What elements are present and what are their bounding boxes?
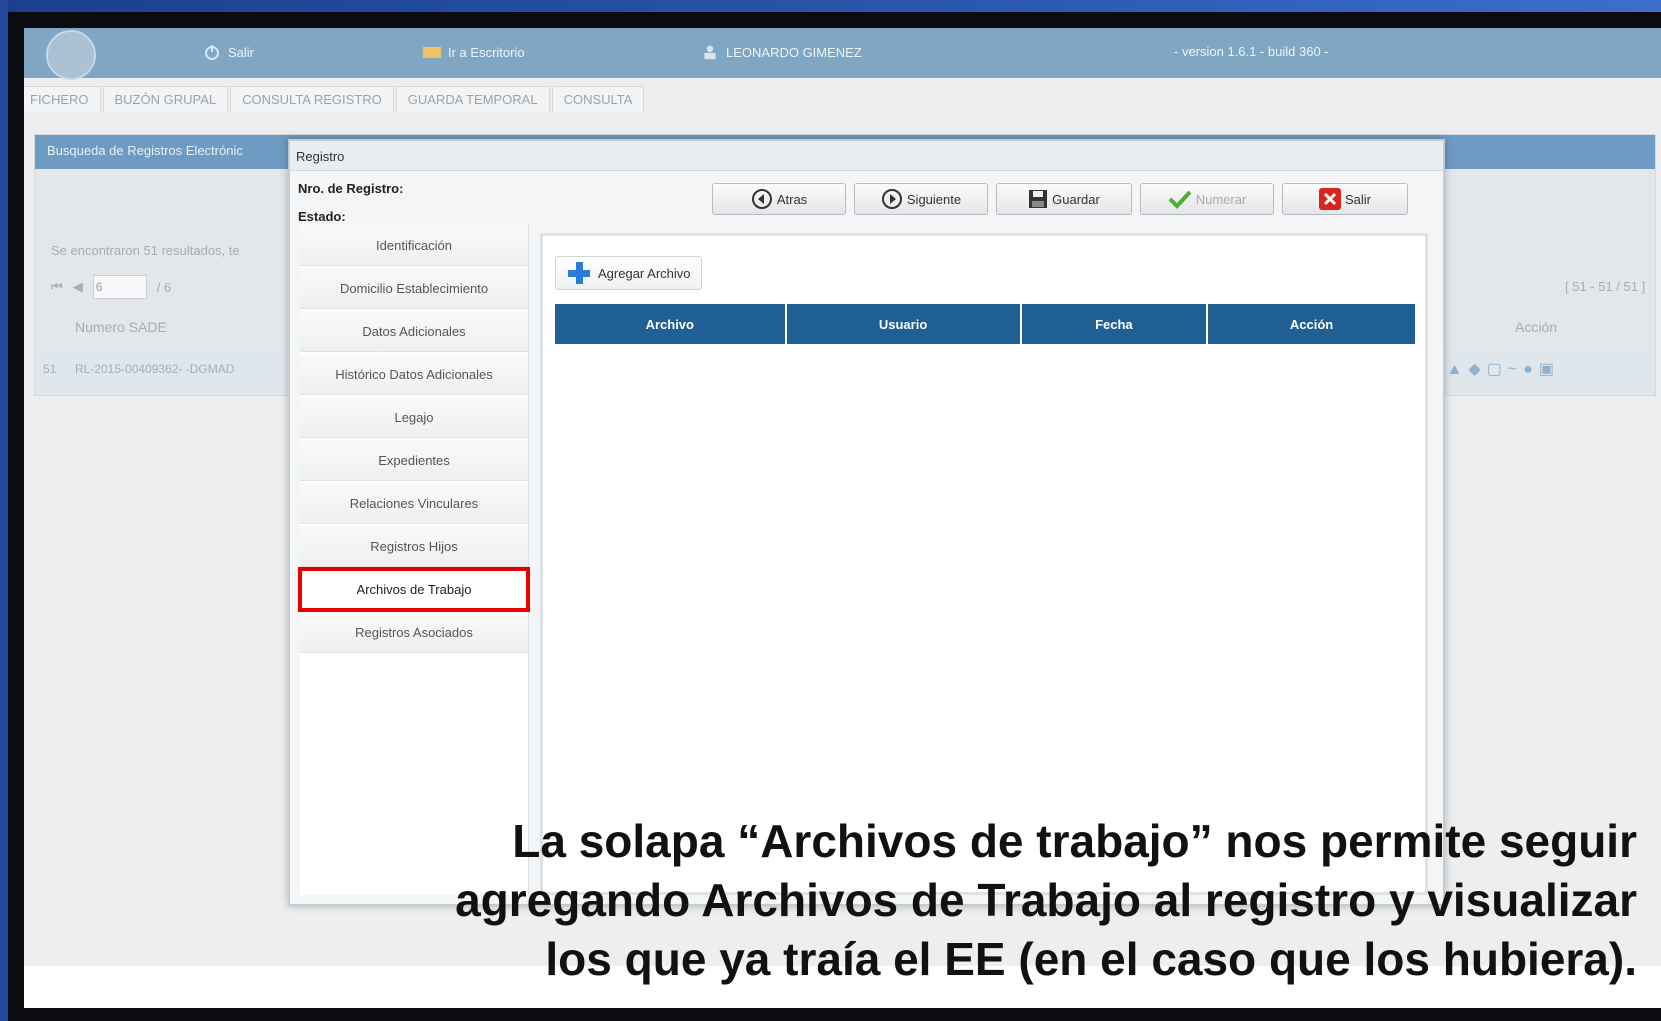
dialog-title: Registro: [290, 141, 1443, 171]
nav-relaciones-vinculares[interactable]: Relaciones Vinculares: [300, 483, 528, 524]
siguiente-button[interactable]: Siguiente: [854, 183, 988, 215]
nav-historico-datos-adicionales[interactable]: Histórico Datos Adicionales: [300, 354, 528, 395]
page-input[interactable]: [92, 275, 147, 299]
user-name: LEONARDO GIMENEZ: [726, 44, 862, 60]
main-tabs: FICHERO BUZÓN GRUPAL CONSULTA REGISTRO G…: [24, 86, 646, 112]
back-arrow-icon: [751, 189, 772, 209]
nav-archivos-de-trabajo[interactable]: Archivos de Trabajo: [298, 567, 530, 612]
pagination: ⏮ ◀ / 6: [51, 275, 171, 299]
user-icon: [704, 45, 716, 60]
archivos-table: Archivo Usuario Fecha Acción: [555, 304, 1415, 344]
column-fecha[interactable]: Fecha: [1020, 304, 1209, 344]
tab-consulta-registro[interactable]: CONSULTA REGISTRO: [230, 86, 394, 112]
atras-label: Atras: [776, 191, 808, 207]
power-icon: [205, 45, 219, 60]
app-logo: [46, 30, 96, 80]
registro-dialog: Registro Nro. de Registro: Estado: Atras…: [288, 139, 1445, 906]
column-archivo[interactable]: Archivo: [555, 304, 787, 344]
desktop-label: Ir a Escritorio: [448, 44, 525, 60]
agregar-archivo-label: Agregar Archivo: [598, 265, 691, 281]
results-text: Se encontraron 51 resultados, te: [51, 243, 240, 258]
first-page-icon[interactable]: ⏮: [51, 279, 63, 295]
nav-expedientes[interactable]: Expedientes: [300, 440, 528, 481]
slide-caption: La solapa “Archivos de trabajo” nos perm…: [337, 812, 1637, 989]
logout-link[interactable]: Salir: [202, 44, 254, 60]
folder-icon: [422, 47, 442, 58]
plus-icon: [568, 262, 590, 284]
salir-button[interactable]: Salir: [1282, 183, 1408, 215]
save-icon: [1029, 190, 1048, 208]
tab-guarda-temporal[interactable]: GUARDA TEMPORAL: [395, 86, 550, 112]
column-numero-sade: Numero SADE: [75, 319, 167, 335]
nav-registros-asociados[interactable]: Registros Asociados: [300, 612, 528, 653]
dialog-toolbar: Atras Siguiente Guardar Numerar Salir: [712, 183, 1408, 215]
tab-buzon-grupal[interactable]: BUZÓN GRUPAL: [102, 86, 229, 112]
tab-fichero[interactable]: FICHERO: [24, 86, 101, 112]
presentation-frame-top: [0, 0, 1661, 12]
prev-page-icon[interactable]: ◀: [73, 279, 83, 295]
row-number: 51: [43, 362, 57, 376]
close-icon: [1318, 188, 1341, 210]
tab-consulta[interactable]: CONSULTA: [551, 86, 645, 112]
row-sade-number: RL-2015-00409362- -DGMAD: [75, 362, 235, 376]
results-range: [ 51 - 51 / 51 ]: [1565, 279, 1646, 294]
column-usuario[interactable]: Usuario: [785, 304, 1022, 344]
version-label: - version 1.6.1 - build 360 -: [1174, 44, 1329, 59]
column-accion[interactable]: Acción: [1207, 304, 1415, 344]
user-info: LEONARDO GIMENEZ: [700, 44, 862, 60]
version-text: - version 1.6.1 - build 360 -: [1174, 44, 1329, 59]
column-accion: Acción: [1515, 319, 1558, 335]
atras-button[interactable]: Atras: [712, 183, 846, 215]
dialog-sidebar: Identificación Domicilio Establecimiento…: [298, 225, 530, 895]
estado-label: Estado:: [298, 209, 346, 224]
presentation-frame-left: [0, 0, 8, 1021]
numerar-button[interactable]: Numerar: [1140, 183, 1274, 215]
siguiente-label: Siguiente: [906, 191, 962, 207]
logout-label: Salir: [228, 44, 255, 60]
numerar-label: Numerar: [1195, 191, 1247, 207]
checkmark-icon: [1168, 190, 1192, 209]
nav-datos-adicionales[interactable]: Datos Adicionales: [300, 311, 528, 352]
guardar-label: Guardar: [1052, 191, 1100, 207]
row-action-icons[interactable]: ■▲◆▢~●▣: [1431, 359, 1560, 379]
page-total: / 6: [156, 279, 172, 295]
nav-identificacion[interactable]: Identificación: [300, 225, 528, 266]
nav-registros-hijos[interactable]: Registros Hijos: [300, 526, 528, 567]
desktop-link[interactable]: Ir a Escritorio: [422, 44, 525, 60]
agregar-archivo-button[interactable]: Agregar Archivo: [555, 256, 702, 290]
caption-line-2: agregando Archivos de Trabajo al registr…: [455, 874, 1637, 926]
forward-arrow-icon: [881, 189, 902, 209]
nro-registro-label: Nro. de Registro:: [298, 181, 404, 196]
salir-label: Salir: [1344, 191, 1371, 207]
archivos-panel: Agregar Archivo Archivo Usuario Fecha Ac…: [540, 233, 1428, 895]
top-bar: Salir Ir a Escritorio LEONARDO GIMENEZ -…: [24, 28, 1661, 80]
nav-domicilio-establecimiento[interactable]: Domicilio Establecimiento: [300, 268, 528, 309]
caption-line-3: los que ya traía el EE (en el caso que l…: [545, 933, 1637, 985]
nav-legajo[interactable]: Legajo: [300, 397, 528, 438]
caption-line-1: La solapa “Archivos de trabajo” nos perm…: [512, 815, 1637, 867]
guardar-button[interactable]: Guardar: [996, 183, 1132, 215]
